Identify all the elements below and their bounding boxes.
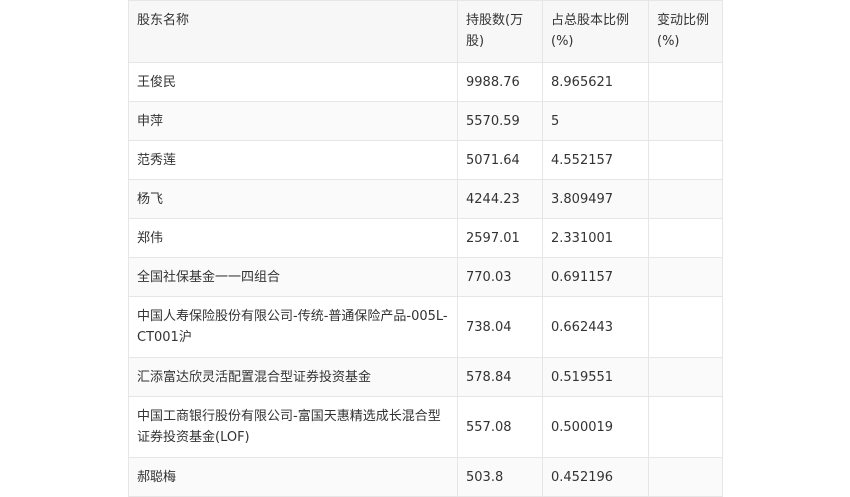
- cell-name: 中国人寿保险股份有限公司-传统-普通保险产品-005L-CT001沪: [128, 296, 458, 358]
- cell-shares: 5570.59: [457, 101, 543, 141]
- cell-change: [648, 140, 723, 180]
- table-row: 杨飞 4244.23 3.809497: [128, 179, 723, 219]
- cell-change: [648, 296, 723, 358]
- table-row: 全国社保基金一一四组合 770.03 0.691157: [128, 257, 723, 297]
- cell-ratio: 5: [542, 101, 649, 141]
- cell-ratio: 0.500019: [542, 396, 649, 458]
- table-row: 中国人寿保险股份有限公司-传统-普通保险产品-005L-CT001沪 738.0…: [128, 296, 723, 358]
- cell-change: [648, 396, 723, 458]
- cell-ratio: 0.519551: [542, 357, 649, 397]
- cell-change: [648, 457, 723, 497]
- table-row: 申萍 5570.59 5: [128, 101, 723, 141]
- cell-change: [648, 357, 723, 397]
- cell-name: 全国社保基金一一四组合: [128, 257, 458, 297]
- cell-name: 杨飞: [128, 179, 458, 219]
- header-share-ratio: 占总股本比例(%): [542, 0, 649, 63]
- cell-ratio: 2.331001: [542, 218, 649, 258]
- table-row: 郑伟 2597.01 2.331001: [128, 218, 723, 258]
- cell-shares: 9988.76: [457, 62, 543, 102]
- cell-change: [648, 218, 723, 258]
- cell-change: [648, 62, 723, 102]
- cell-shares: 2597.01: [457, 218, 543, 258]
- cell-ratio: 8.965621: [542, 62, 649, 102]
- cell-shares: 503.8: [457, 457, 543, 497]
- cell-shares: 738.04: [457, 296, 543, 358]
- header-shareholder-name: 股东名称: [128, 0, 458, 63]
- shareholder-table: 股东名称 持股数(万股) 占总股本比例(%) 变动比例(%) 王俊民 9988.…: [128, 0, 723, 497]
- table-row: 郝聪梅 503.8 0.452196: [128, 457, 723, 497]
- header-change-ratio: 变动比例(%): [648, 0, 723, 63]
- cell-name: 汇添富达欣灵活配置混合型证券投资基金: [128, 357, 458, 397]
- cell-name: 范秀莲: [128, 140, 458, 180]
- cell-name: 郑伟: [128, 218, 458, 258]
- table-row: 王俊民 9988.76 8.965621: [128, 62, 723, 102]
- cell-ratio: 4.552157: [542, 140, 649, 180]
- cell-change: [648, 179, 723, 219]
- cell-name: 中国工商银行股份有限公司-富国天惠精选成长混合型证券投资基金(LOF): [128, 396, 458, 458]
- cell-shares: 557.08: [457, 396, 543, 458]
- cell-shares: 578.84: [457, 357, 543, 397]
- cell-ratio: 0.662443: [542, 296, 649, 358]
- cell-shares: 5071.64: [457, 140, 543, 180]
- cell-name: 郝聪梅: [128, 457, 458, 497]
- shareholder-table-container: 股东名称 持股数(万股) 占总股本比例(%) 变动比例(%) 王俊民 9988.…: [128, 0, 723, 497]
- cell-change: [648, 101, 723, 141]
- table-row: 中国工商银行股份有限公司-富国天惠精选成长混合型证券投资基金(LOF) 557.…: [128, 396, 723, 458]
- cell-ratio: 0.452196: [542, 457, 649, 497]
- cell-shares: 770.03: [457, 257, 543, 297]
- table-header-row: 股东名称 持股数(万股) 占总股本比例(%) 变动比例(%): [128, 0, 723, 63]
- cell-change: [648, 257, 723, 297]
- cell-ratio: 0.691157: [542, 257, 649, 297]
- table-row: 范秀莲 5071.64 4.552157: [128, 140, 723, 180]
- cell-name: 王俊民: [128, 62, 458, 102]
- cell-ratio: 3.809497: [542, 179, 649, 219]
- table-row: 汇添富达欣灵活配置混合型证券投资基金 578.84 0.519551: [128, 357, 723, 397]
- cell-name: 申萍: [128, 101, 458, 141]
- header-shares: 持股数(万股): [457, 0, 543, 63]
- cell-shares: 4244.23: [457, 179, 543, 219]
